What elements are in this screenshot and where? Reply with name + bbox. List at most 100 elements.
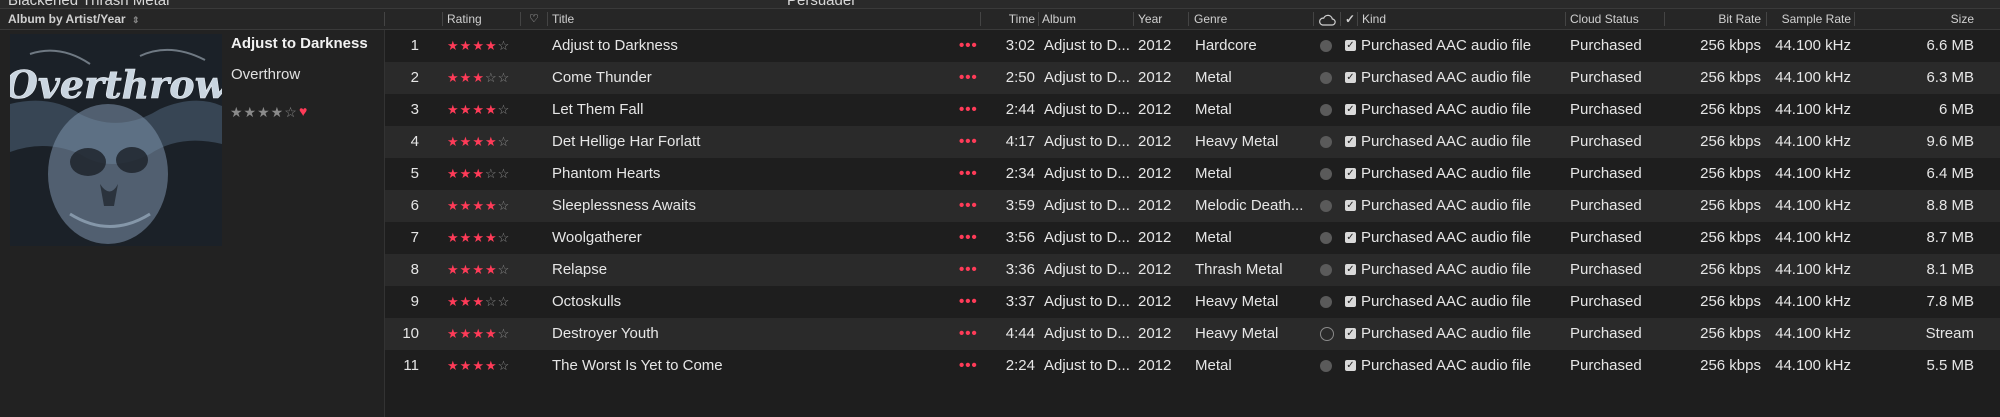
column-separator — [442, 12, 443, 26]
downloaded-icon[interactable] — [1320, 296, 1332, 308]
track-sample-rate: 44.100 kHz — [1775, 165, 1851, 182]
track-row[interactable]: 3 ★★★★☆ Let Them Fall ••• 2:44 Adjust to D...… — [385, 94, 2000, 126]
downloaded-icon[interactable] — [1320, 40, 1332, 52]
track-enabled-checkbox[interactable]: ✓ — [1345, 40, 1356, 51]
track-time: 4:44 — [1005, 325, 1035, 342]
track-row[interactable]: 4 ★★★★☆ Det Hellige Har Forlatt ••• 4:17 Adju… — [385, 126, 2000, 158]
track-row[interactable]: 10 ★★★★☆ Destroyer Youth ••• 4:44 Adjust to D… — [385, 318, 2000, 350]
track-album: Adjust to D... — [1044, 293, 1130, 310]
track-enabled-checkbox[interactable]: ✓ — [1345, 136, 1356, 147]
track-cloud-status: Purchased — [1570, 293, 1642, 310]
track-rating-stars[interactable]: ★★★☆☆ — [447, 62, 517, 94]
more-options-ellipsis-icon[interactable]: ••• — [959, 62, 983, 94]
album-artist[interactable]: Overthrow — [231, 66, 300, 83]
album-artwork[interactable]: Overthrow — [10, 34, 222, 246]
downloaded-icon[interactable] — [1320, 264, 1332, 276]
downloaded-icon[interactable] — [1320, 104, 1332, 116]
track-enabled-checkbox[interactable]: ✓ — [1345, 360, 1356, 371]
more-options-ellipsis-icon[interactable]: ••• — [959, 158, 983, 190]
track-row[interactable]: 11 ★★★★☆ The Worst Is Yet to Come ••• 2:24 Ad… — [385, 350, 2000, 382]
sample-rate-column-header[interactable]: Sample Rate — [1770, 9, 1851, 29]
more-options-ellipsis-icon[interactable]: ••• — [959, 350, 983, 382]
more-options-ellipsis-icon[interactable]: ••• — [959, 190, 983, 222]
track-row[interactable]: 1 ★★★★☆ Adjust to Darkness ••• 3:02 Adjust to… — [385, 30, 2000, 62]
track-enabled-checkbox[interactable]: ✓ — [1345, 72, 1356, 83]
more-options-ellipsis-icon[interactable]: ••• — [959, 94, 983, 126]
track-enabled-checkbox[interactable]: ✓ — [1345, 200, 1356, 211]
column-separator — [1766, 12, 1767, 26]
downloaded-icon[interactable] — [1320, 200, 1332, 212]
empty-star-icon: ☆ — [497, 326, 511, 341]
downloaded-icon[interactable] — [1320, 72, 1332, 84]
track-number: 2 — [410, 69, 419, 86]
track-row[interactable]: 2 ★★★☆☆ Come Thunder ••• 2:50 Adjust to D... 2… — [385, 62, 2000, 94]
track-enabled-checkbox[interactable]: ✓ — [1345, 296, 1356, 307]
track-year: 2012 — [1138, 69, 1172, 86]
track-number: 6 — [410, 197, 419, 214]
track-rating-stars[interactable]: ★★★★☆ — [447, 190, 517, 222]
track-rating-stars[interactable]: ★★★☆☆ — [447, 158, 517, 190]
year-column-header[interactable]: Year — [1138, 9, 1162, 29]
sort-by-album-header[interactable]: Album by Artist/Year ⇕ — [8, 9, 139, 29]
track-enabled-checkbox[interactable]: ✓ — [1345, 168, 1356, 179]
more-options-ellipsis-icon[interactable]: ••• — [959, 222, 983, 254]
cloud-status-column-header[interactable]: Cloud Status — [1570, 9, 1639, 29]
track-enabled-checkbox[interactable]: ✓ — [1345, 264, 1356, 275]
column-separator — [1038, 12, 1039, 26]
track-kind: Purchased AAC audio file — [1361, 197, 1532, 214]
track-bit-rate: 256 kbps — [1700, 261, 1761, 278]
filled-star-icon: ★ — [472, 166, 485, 181]
downloaded-icon[interactable] — [1320, 232, 1332, 244]
stream-cloud-icon[interactable] — [1320, 327, 1334, 341]
title-column-header[interactable]: Title — [552, 9, 574, 29]
kind-column-header[interactable]: Kind — [1362, 9, 1386, 29]
track-rating-stars[interactable]: ★★★★☆ — [447, 126, 517, 158]
love-column-heart-icon[interactable]: ♡ — [529, 9, 539, 29]
track-bit-rate: 256 kbps — [1700, 357, 1761, 374]
downloaded-icon[interactable] — [1320, 360, 1332, 372]
track-number: 5 — [410, 165, 419, 182]
track-rating-stars[interactable]: ★★★★☆ — [447, 254, 517, 286]
track-rating-stars[interactable]: ★★★★☆ — [447, 30, 517, 62]
track-rating-stars[interactable]: ★★★☆☆ — [447, 286, 517, 318]
track-enabled-checkbox[interactable]: ✓ — [1345, 232, 1356, 243]
track-rating-stars[interactable]: ★★★★☆ — [447, 222, 517, 254]
rating-column-header[interactable]: Rating — [447, 9, 482, 29]
track-bit-rate: 256 kbps — [1700, 101, 1761, 118]
filled-star-icon: ★ — [447, 358, 460, 373]
track-row[interactable]: 8 ★★★★☆ Relapse ••• 3:36 Adjust to D... 2012 Th… — [385, 254, 2000, 286]
track-row[interactable]: 5 ★★★☆☆ Phantom Hearts ••• 2:34 Adjust to D..… — [385, 158, 2000, 190]
more-options-ellipsis-icon[interactable]: ••• — [959, 318, 983, 350]
downloaded-icon[interactable] — [1320, 136, 1332, 148]
size-column-header[interactable]: Size — [1858, 9, 1974, 29]
album-loved-heart-icon[interactable]: ♥ — [299, 103, 307, 119]
more-options-ellipsis-icon[interactable]: ••• — [959, 254, 983, 286]
track-cloud-status: Purchased — [1570, 229, 1642, 246]
more-options-ellipsis-icon[interactable]: ••• — [959, 30, 983, 62]
track-row[interactable]: 9 ★★★☆☆ Octoskulls ••• 3:37 Adjust to D... 201… — [385, 286, 2000, 318]
track-rating-stars[interactable]: ★★★★☆ — [447, 318, 517, 350]
track-row[interactable]: 7 ★★★★☆ Woolgatherer ••• 3:56 Adjust to D... 2… — [385, 222, 2000, 254]
column-header-bar: Album by Artist/Year ⇕ Rating ♡ Title Ti… — [0, 9, 2000, 30]
track-size: 8.8 MB — [1926, 197, 1974, 214]
track-genre: Melodic Death... — [1195, 197, 1304, 214]
track-rating-stars[interactable]: ★★★★☆ — [447, 350, 517, 382]
more-options-ellipsis-icon[interactable]: ••• — [959, 286, 983, 318]
track-rating-stars[interactable]: ★★★★☆ — [447, 94, 517, 126]
cloud-column-header[interactable] — [1318, 9, 1336, 29]
checkmark-column-icon[interactable]: ✓ — [1345, 9, 1355, 29]
bit-rate-column-header[interactable]: Bit Rate — [1670, 9, 1761, 29]
time-column-header[interactable]: Time — [985, 9, 1035, 29]
track-time: 2:34 — [1005, 165, 1035, 182]
track-enabled-checkbox[interactable]: ✓ — [1345, 328, 1356, 339]
track-time: 3:59 — [1005, 197, 1035, 214]
downloaded-icon[interactable] — [1320, 168, 1332, 180]
album-rating-stars[interactable]: ★★★★☆ — [230, 104, 298, 121]
more-options-ellipsis-icon[interactable]: ••• — [959, 126, 983, 158]
album-column-header[interactable]: Album — [1042, 9, 1076, 29]
column-separator — [1854, 12, 1855, 26]
track-enabled-checkbox[interactable]: ✓ — [1345, 104, 1356, 115]
genre-column-header[interactable]: Genre — [1194, 9, 1227, 29]
track-bit-rate: 256 kbps — [1700, 133, 1761, 150]
track-row[interactable]: 6 ★★★★☆ Sleeplessness Awaits ••• 3:59 Adjust … — [385, 190, 2000, 222]
